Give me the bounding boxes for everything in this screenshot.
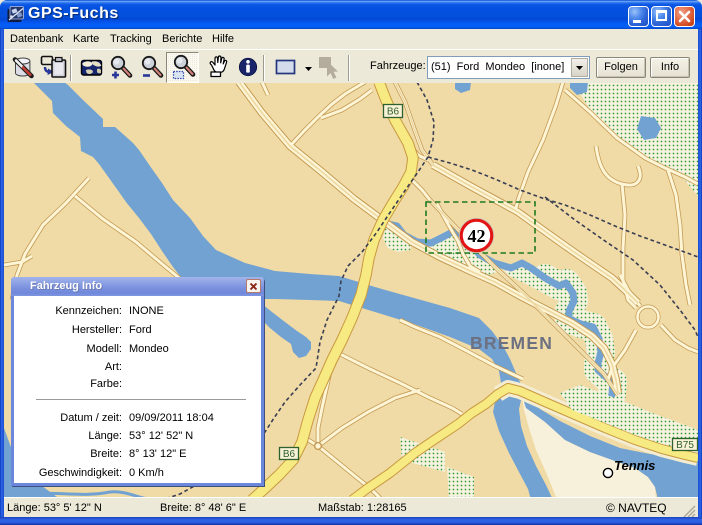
svg-text:42: 42 — [468, 226, 486, 246]
svg-text:B6: B6 — [387, 107, 400, 118]
svg-text:BREMEN: BREMEN — [470, 333, 553, 353]
svg-text:B6: B6 — [283, 449, 296, 460]
svg-text:Tennis: Tennis — [614, 458, 655, 473]
svg-text:B75: B75 — [676, 440, 694, 451]
